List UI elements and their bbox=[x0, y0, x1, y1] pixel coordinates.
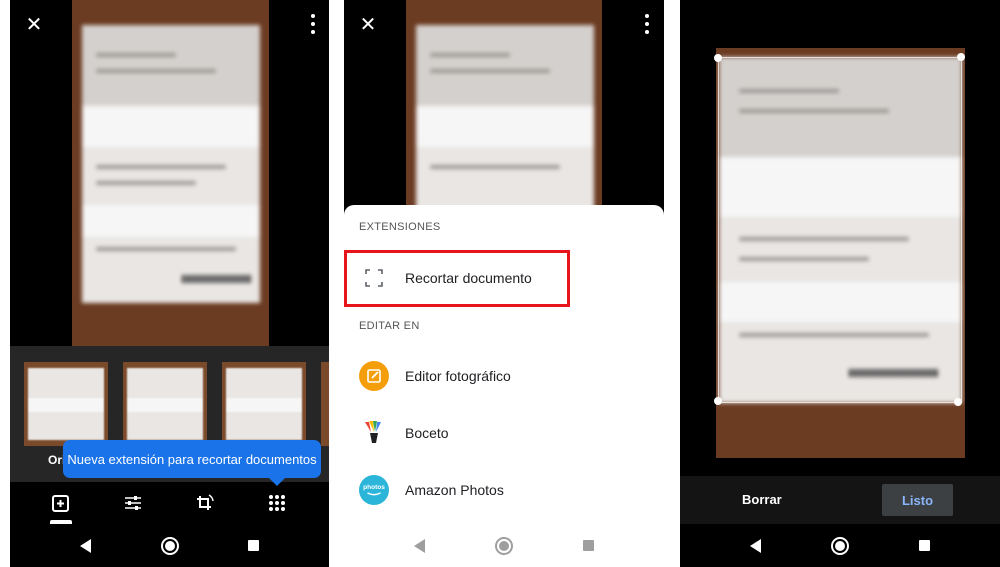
sliders-icon[interactable] bbox=[120, 490, 146, 516]
system-navbar bbox=[344, 524, 664, 567]
more-options-icon[interactable] bbox=[637, 10, 657, 38]
recents-icon[interactable] bbox=[583, 540, 594, 551]
photo-editor-screen: ✕ Ori Nueva extensión para recortar docu… bbox=[10, 0, 329, 567]
recents-icon[interactable] bbox=[919, 540, 930, 551]
crop-frame[interactable] bbox=[718, 57, 962, 403]
edit-in-heading: EDITAR EN bbox=[359, 320, 420, 332]
amazon-photos-icon: photos bbox=[359, 475, 389, 505]
thumbnail[interactable] bbox=[321, 362, 329, 446]
home-icon[interactable] bbox=[160, 536, 179, 555]
close-button[interactable]: ✕ bbox=[354, 10, 382, 38]
system-navbar bbox=[10, 524, 329, 567]
photo-editor-item[interactable]: Editor fotográfico bbox=[344, 353, 664, 399]
extensions-heading: EXTENSIONES bbox=[359, 221, 441, 233]
crop-handle-top-right[interactable] bbox=[957, 53, 965, 61]
recents-icon[interactable] bbox=[248, 540, 260, 551]
sketch-label: Boceto bbox=[405, 425, 449, 441]
thumbnail[interactable] bbox=[222, 362, 306, 446]
system-navbar bbox=[680, 524, 1000, 567]
new-extension-tooltip[interactable]: Nueva extensión para recortar documentos bbox=[63, 440, 321, 486]
bottom-sheet: EXTENSIONES Recortar documento EDITAR EN… bbox=[344, 205, 664, 567]
photo-editor-icon bbox=[359, 361, 389, 391]
crop-action-bar: Borrar Listo bbox=[680, 476, 1000, 524]
back-icon[interactable] bbox=[79, 538, 91, 553]
editor-toolbar bbox=[10, 482, 329, 524]
sketch-icon bbox=[359, 418, 389, 448]
grid-dots-icon[interactable] bbox=[264, 490, 290, 516]
back-icon[interactable] bbox=[750, 538, 761, 553]
amazon-photos-item[interactable]: photos Amazon Photos bbox=[344, 467, 664, 513]
more-options-icon[interactable] bbox=[303, 10, 323, 38]
crop-handle-bottom-right[interactable] bbox=[954, 398, 962, 406]
crop-handle-top-left[interactable] bbox=[714, 54, 722, 62]
photo-editor-label: Editor fotográfico bbox=[405, 368, 511, 384]
amazon-photos-label: Amazon Photos bbox=[405, 482, 504, 498]
crop-document-screen: Borrar Listo bbox=[680, 0, 1000, 567]
home-icon[interactable] bbox=[495, 536, 513, 555]
sketch-item[interactable]: Boceto bbox=[344, 410, 664, 456]
crop-handle-bottom-left[interactable] bbox=[714, 397, 722, 405]
home-icon[interactable] bbox=[831, 536, 849, 555]
edit-options-screen: ✕ EXTENSIONES Recortar documento EDITAR … bbox=[344, 0, 664, 567]
svg-text:photos: photos bbox=[363, 484, 385, 491]
thumbnail[interactable] bbox=[123, 362, 207, 446]
document-photo bbox=[406, 0, 602, 210]
clear-button[interactable]: Borrar bbox=[722, 488, 802, 511]
thumbnail[interactable] bbox=[24, 362, 108, 446]
add-photo-icon[interactable] bbox=[48, 490, 74, 516]
rotate-crop-icon[interactable] bbox=[191, 490, 217, 516]
done-button[interactable]: Listo bbox=[882, 484, 953, 516]
highlight-box bbox=[344, 250, 570, 307]
close-button[interactable]: ✕ bbox=[20, 10, 48, 38]
back-icon[interactable] bbox=[414, 538, 425, 553]
document-photo bbox=[72, 0, 269, 346]
